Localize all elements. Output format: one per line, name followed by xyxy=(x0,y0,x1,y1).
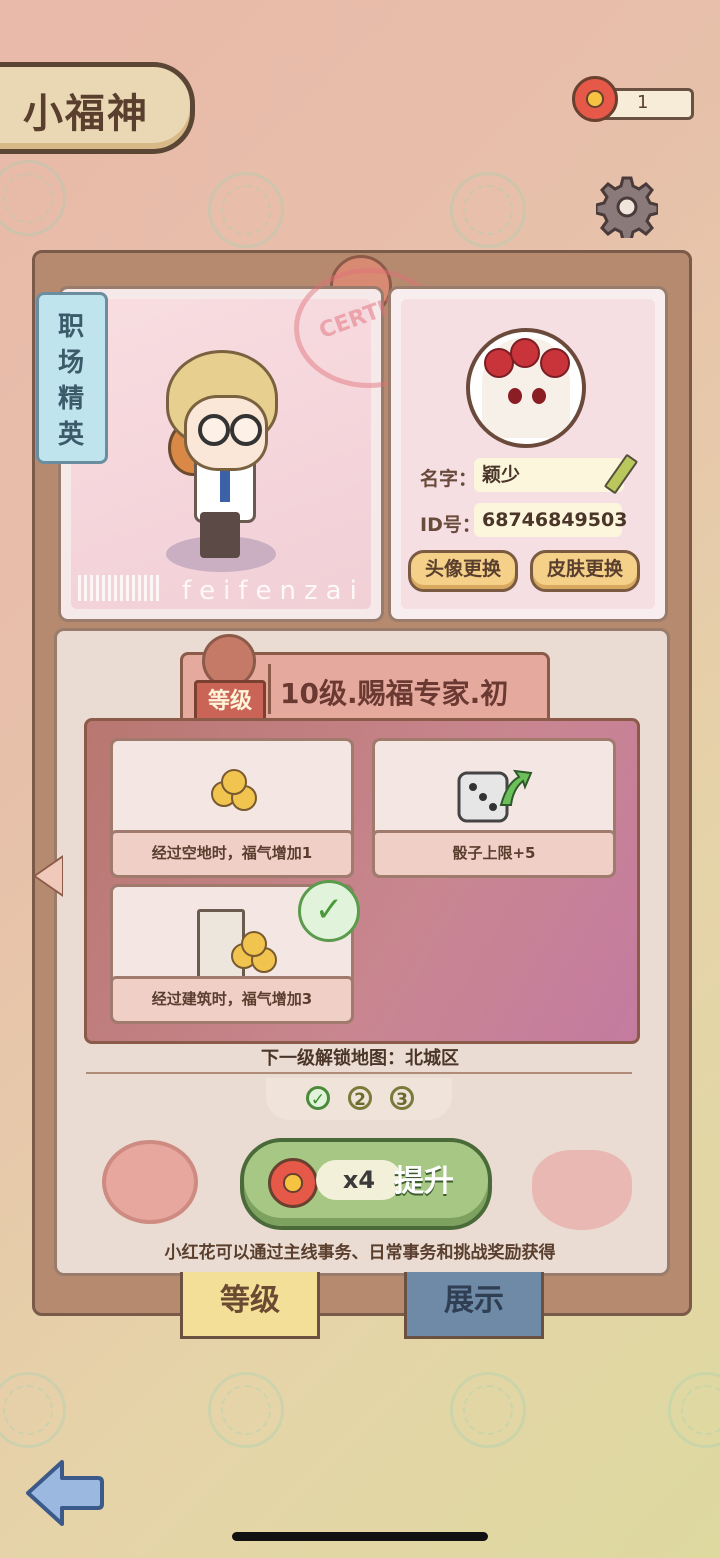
gear-icon[interactable] xyxy=(596,176,658,238)
home-indicator xyxy=(232,1532,488,1541)
coin-icon xyxy=(241,931,267,957)
name-label: 名字： xyxy=(420,468,478,490)
watermark-circle xyxy=(450,1372,526,1448)
coin-icon xyxy=(221,769,247,795)
divider xyxy=(86,1072,632,1074)
upgrade-cost: x4 xyxy=(316,1160,402,1200)
glasses-icon xyxy=(230,414,262,446)
next-unlock-text: 下一级解锁地图：北城区 xyxy=(261,1048,459,1069)
job-tag: 职 场 精 英 xyxy=(36,292,108,464)
id-label: ID号： xyxy=(420,514,481,536)
tab-level[interactable]: 等级 xyxy=(180,1272,320,1339)
glasses-icon xyxy=(198,414,230,446)
watermark-circle xyxy=(668,1372,720,1448)
upgrade-button[interactable]: x4 提升 xyxy=(240,1138,492,1230)
watermark-text: feifenzai xyxy=(182,576,365,606)
prev-arrow-icon[interactable] xyxy=(36,858,62,894)
red-flower-icon xyxy=(572,76,618,122)
tab-showcase[interactable]: 展示 xyxy=(404,1272,544,1339)
step-2: 2 xyxy=(348,1086,372,1110)
step-3: 3 xyxy=(390,1086,414,1110)
hint-text: 小红花可以通过主线事务、日常事务和挑战奖励获得 xyxy=(164,1243,556,1263)
change-avatar-button[interactable]: 头像更换 xyxy=(408,550,518,592)
watermark-circle xyxy=(0,160,66,236)
perk-card: 骰子上限+5 xyxy=(372,738,616,878)
watermark-circle xyxy=(208,172,284,248)
dice-up-icon xyxy=(457,769,533,823)
watermark-circle xyxy=(0,1372,66,1448)
stamper-decoration xyxy=(532,1150,632,1230)
wax-seal xyxy=(102,1140,198,1224)
unlocked-check-icon: ✓ xyxy=(298,880,360,942)
barcode xyxy=(78,575,160,601)
change-skin-button[interactable]: 皮肤更换 xyxy=(530,550,640,592)
name-field[interactable]: 颖少 xyxy=(474,458,624,492)
character-legs xyxy=(200,512,240,558)
id-field: 68746849503 xyxy=(474,503,627,537)
perk-label: 经过空地时，福气增加1 xyxy=(110,830,354,878)
level-title: 10级.赐福专家.初 xyxy=(280,677,509,710)
perk-card: 经过空地时，福气增加1 xyxy=(110,738,354,878)
perk-label: 经过建筑时，福气增加3 xyxy=(110,976,354,1024)
red-flower-icon xyxy=(268,1158,318,1208)
watermark-circle xyxy=(208,1372,284,1448)
watermark-circle xyxy=(450,172,526,248)
upgrade-label: 提升 xyxy=(394,1164,454,1199)
divider xyxy=(268,664,271,714)
perk-label: 骰子上限+5 xyxy=(372,830,616,878)
back-arrow-icon[interactable] xyxy=(24,1456,104,1530)
page-title: 小福神 xyxy=(0,62,195,154)
step-check-icon: ✓ xyxy=(306,1086,330,1110)
avatar[interactable] xyxy=(466,328,586,448)
